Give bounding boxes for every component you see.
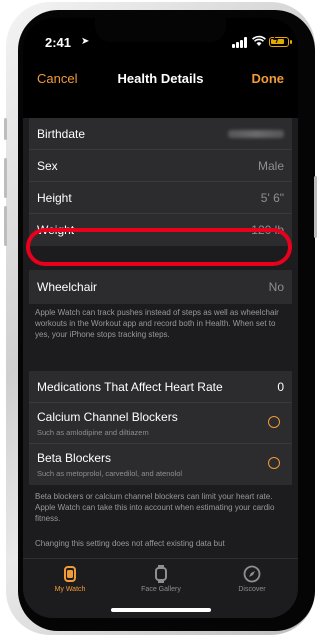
compass-icon [243, 565, 261, 583]
done-button[interactable]: Done [252, 71, 285, 86]
radio-circle-icon[interactable] [268, 457, 280, 469]
watch-face-icon [155, 565, 167, 583]
height-row[interactable]: Height 5' 6" [29, 182, 292, 214]
medication-item-beta-blockers[interactable]: Beta Blockers Such as metoprolol, carved… [29, 444, 292, 485]
birthdate-value-blurred [228, 130, 284, 138]
watch-icon [64, 566, 76, 582]
settings-list: Birthdate Sex Male Height 5' 6" Weight 1… [23, 118, 298, 618]
battery-charging-icon: ϟ [269, 35, 289, 47]
radio-circle-icon[interactable] [268, 416, 280, 428]
medications-header-label: Medications That Affect Heart Rate [37, 380, 223, 394]
side-button-left [4, 206, 7, 246]
tab-label: Face Gallery [141, 586, 181, 593]
medications-count: 0 [277, 380, 284, 394]
status-time: 2:41 [45, 35, 72, 50]
side-button-right [314, 176, 317, 238]
notch [95, 18, 226, 42]
sex-value: Male [257, 159, 284, 173]
phone-screen: 2:41 ➤ ϟ Cancel Health Details Done Birt… [23, 18, 298, 618]
medications-footnote: Beta blockers or calcium channel blocker… [35, 492, 275, 523]
signal-icon [232, 37, 248, 48]
medications-header-row: Medications That Affect Heart Rate 0 [29, 371, 292, 403]
medication-title: Calcium Channel Blockers [37, 410, 178, 424]
wheelchair-row[interactable]: Wheelchair No [29, 270, 292, 304]
weight-highlight-annotation [26, 228, 292, 266]
wifi-icon [252, 35, 266, 46]
medication-title: Beta Blockers [37, 451, 112, 465]
wheelchair-footnote: Apple Watch can track pushes instead of … [35, 308, 279, 339]
tab-bar: My Watch Face Gallery Discover [23, 558, 298, 618]
tab-discover[interactable]: Discover [217, 565, 287, 593]
tab-my-watch[interactable]: My Watch [35, 565, 105, 593]
tab-label: My Watch [54, 586, 86, 593]
medications-group: Medications That Affect Heart Rate 0 Cal… [29, 371, 292, 485]
tab-face-gallery[interactable]: Face Gallery [126, 565, 196, 593]
birthdate-row[interactable]: Birthdate [29, 118, 292, 150]
sex-label: Sex [37, 159, 58, 173]
settings-change-footnote: Changing this setting does not affect ex… [35, 539, 225, 548]
home-indicator[interactable] [111, 608, 211, 612]
side-button-left [4, 118, 7, 140]
medication-item-calcium-channel-blockers[interactable]: Calcium Channel Blockers Such as amlodip… [29, 403, 292, 444]
medication-subtitle: Such as amlodipine and diltiazem [37, 428, 149, 437]
wheelchair-group: Wheelchair No [29, 270, 292, 304]
health-details-group: Birthdate Sex Male Height 5' 6" Weight 1… [29, 118, 292, 246]
navigation-bar: Cancel Health Details Done [23, 64, 298, 94]
side-button-left [4, 158, 7, 198]
location-arrow-icon: ➤ [81, 36, 90, 47]
wheelchair-label: Wheelchair [37, 280, 98, 294]
sex-row[interactable]: Sex Male [29, 150, 292, 182]
battery-tip [290, 40, 292, 44]
wheelchair-value: No [268, 280, 284, 294]
height-value: 5' 6" [260, 191, 284, 205]
tab-label: Discover [238, 586, 266, 593]
height-label: Height [37, 191, 72, 205]
medication-subtitle: Such as metoprolol, carvedilol, and aten… [37, 469, 183, 478]
birthdate-label: Birthdate [37, 127, 86, 141]
